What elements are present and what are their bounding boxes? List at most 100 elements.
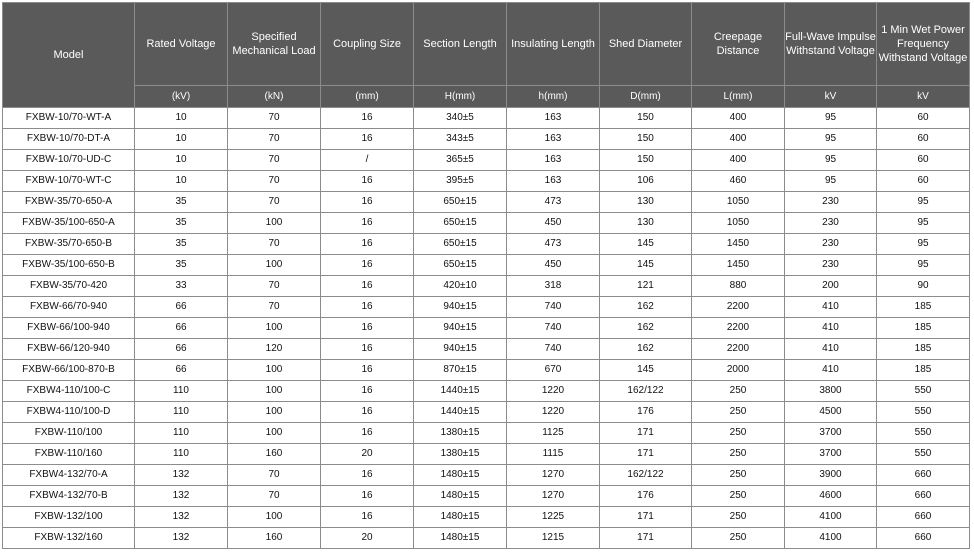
cell-coupling: 16 (320, 296, 414, 318)
header-row-labels: Model Rated Voltage Specified Mechanical… (2, 2, 970, 108)
cell-wet-power: 90 (876, 275, 970, 297)
cell-coupling: 16 (320, 317, 414, 339)
cell-rated-voltage: 66 (134, 296, 228, 318)
table-row: FXBW4-132/70-A 132 70 16 1480±15 1270 162/122 2… (2, 464, 970, 486)
cell-insulating: 163 (506, 107, 600, 129)
cell-section: 940±15 (413, 296, 507, 318)
cell-creepage: 250 (691, 422, 785, 444)
unit-coupling-size: (mm) (320, 85, 414, 108)
cell-model: FXBW-10/70-UD-C (2, 149, 135, 171)
cell-rated-voltage: 35 (134, 254, 228, 276)
cell-wet-power: 660 (876, 485, 970, 507)
cell-creepage: 250 (691, 443, 785, 465)
cell-creepage: 2000 (691, 359, 785, 381)
cell-mech-load: 70 (227, 275, 321, 297)
cell-model: FXBW-35/70-650-B (2, 233, 135, 255)
table-row: FXBW-10/70-WT-A 10 70 16 340±5 163 150 400 95 60 (2, 107, 970, 129)
cell-section: 1440±15 (413, 380, 507, 402)
cell-impulse: 410 (784, 359, 877, 381)
cell-wet-power: 60 (876, 107, 970, 129)
cell-wet-power: 95 (876, 254, 970, 276)
cell-wet-power: 185 (876, 296, 970, 318)
cell-mech-load: 100 (227, 359, 321, 381)
cell-model: FXBW4-132/70-B (2, 485, 135, 507)
cell-wet-power: 95 (876, 191, 970, 213)
cell-mech-load: 70 (227, 296, 321, 318)
table-row: FXBW-132/160 132 160 20 1480±15 1215 171 250 410… (2, 527, 970, 549)
cell-wet-power: 550 (876, 422, 970, 444)
cell-insulating: 670 (506, 359, 600, 381)
cell-rated-voltage: 10 (134, 170, 228, 192)
table-row: FXBW-35/100-650-B 35 100 16 650±15 450 145 1450… (2, 254, 970, 276)
cell-coupling: 20 (320, 527, 414, 549)
cell-mech-load: 70 (227, 233, 321, 255)
cell-rated-voltage: 110 (134, 443, 228, 465)
cell-insulating: 318 (506, 275, 600, 297)
cell-impulse: 4600 (784, 485, 877, 507)
cell-impulse: 3700 (784, 443, 877, 465)
cell-rated-voltage: 10 (134, 149, 228, 171)
table-row: FXBW-66/100-940 66 100 16 940±15 740 162 2200 41… (2, 317, 970, 339)
cell-insulating: 1220 (506, 380, 600, 402)
table-header: Model Rated Voltage Specified Mechanical… (2, 2, 970, 108)
cell-insulating: 1270 (506, 464, 600, 486)
cell-creepage: 1450 (691, 233, 785, 255)
table-row: FXBW-66/120-940 66 120 16 940±15 740 162 2200 41… (2, 338, 970, 360)
cell-wet-power: 60 (876, 128, 970, 150)
cell-shed: 171 (599, 422, 692, 444)
cell-model: FXBW-132/100 (2, 506, 135, 528)
cell-creepage: 400 (691, 149, 785, 171)
cell-model: FXBW-132/160 (2, 527, 135, 549)
cell-creepage: 1050 (691, 191, 785, 213)
cell-shed: 171 (599, 527, 692, 549)
cell-wet-power: 550 (876, 380, 970, 402)
cell-mech-load: 70 (227, 485, 321, 507)
table-body: FXBW-10/70-WT-A 10 70 16 340±5 163 150 400 95 60 F… (2, 107, 970, 549)
table-row: FXBW-35/70-650-B 35 70 16 650±15 473 145 1450 23… (2, 233, 970, 255)
cell-mech-load: 70 (227, 464, 321, 486)
cell-shed: 106 (599, 170, 692, 192)
cell-shed: 145 (599, 359, 692, 381)
column-header-section-length: Section Length (413, 2, 507, 86)
cell-creepage: 250 (691, 527, 785, 549)
cell-shed: 162/122 (599, 464, 692, 486)
cell-section: 650±15 (413, 254, 507, 276)
cell-model: FXBW-10/70-WT-C (2, 170, 135, 192)
cell-impulse: 230 (784, 254, 877, 276)
cell-mech-load: 100 (227, 422, 321, 444)
cell-creepage: 250 (691, 485, 785, 507)
cell-impulse: 3700 (784, 422, 877, 444)
cell-section: 1380±15 (413, 443, 507, 465)
cell-section: 420±10 (413, 275, 507, 297)
cell-shed: 150 (599, 107, 692, 129)
table-row: FXBW-66/100-870-B 66 100 16 870±15 670 145 2000… (2, 359, 970, 381)
cell-insulating: 1225 (506, 506, 600, 528)
cell-coupling: 16 (320, 380, 414, 402)
cell-rated-voltage: 33 (134, 275, 228, 297)
insulator-spec-table: Model Rated Voltage Specified Mechanical… (2, 2, 970, 549)
cell-mech-load: 100 (227, 380, 321, 402)
cell-creepage: 460 (691, 170, 785, 192)
cell-insulating: 163 (506, 149, 600, 171)
cell-insulating: 1115 (506, 443, 600, 465)
cell-creepage: 2200 (691, 317, 785, 339)
cell-impulse: 4500 (784, 401, 877, 423)
cell-section: 1380±15 (413, 422, 507, 444)
unit-wet-power-voltage: kV (876, 85, 970, 108)
cell-mech-load: 70 (227, 170, 321, 192)
cell-impulse: 200 (784, 275, 877, 297)
cell-mech-load: 100 (227, 254, 321, 276)
cell-model: FXBW-110/100 (2, 422, 135, 444)
cell-mech-load: 120 (227, 338, 321, 360)
cell-shed: 150 (599, 149, 692, 171)
cell-shed: 171 (599, 506, 692, 528)
cell-wet-power: 660 (876, 506, 970, 528)
cell-coupling: 16 (320, 233, 414, 255)
cell-model: FXBW-10/70-WT-A (2, 107, 135, 129)
cell-section: 1480±15 (413, 464, 507, 486)
cell-coupling: 16 (320, 275, 414, 297)
cell-coupling: 16 (320, 107, 414, 129)
cell-shed: 145 (599, 233, 692, 255)
cell-shed: 121 (599, 275, 692, 297)
cell-insulating: 1270 (506, 485, 600, 507)
